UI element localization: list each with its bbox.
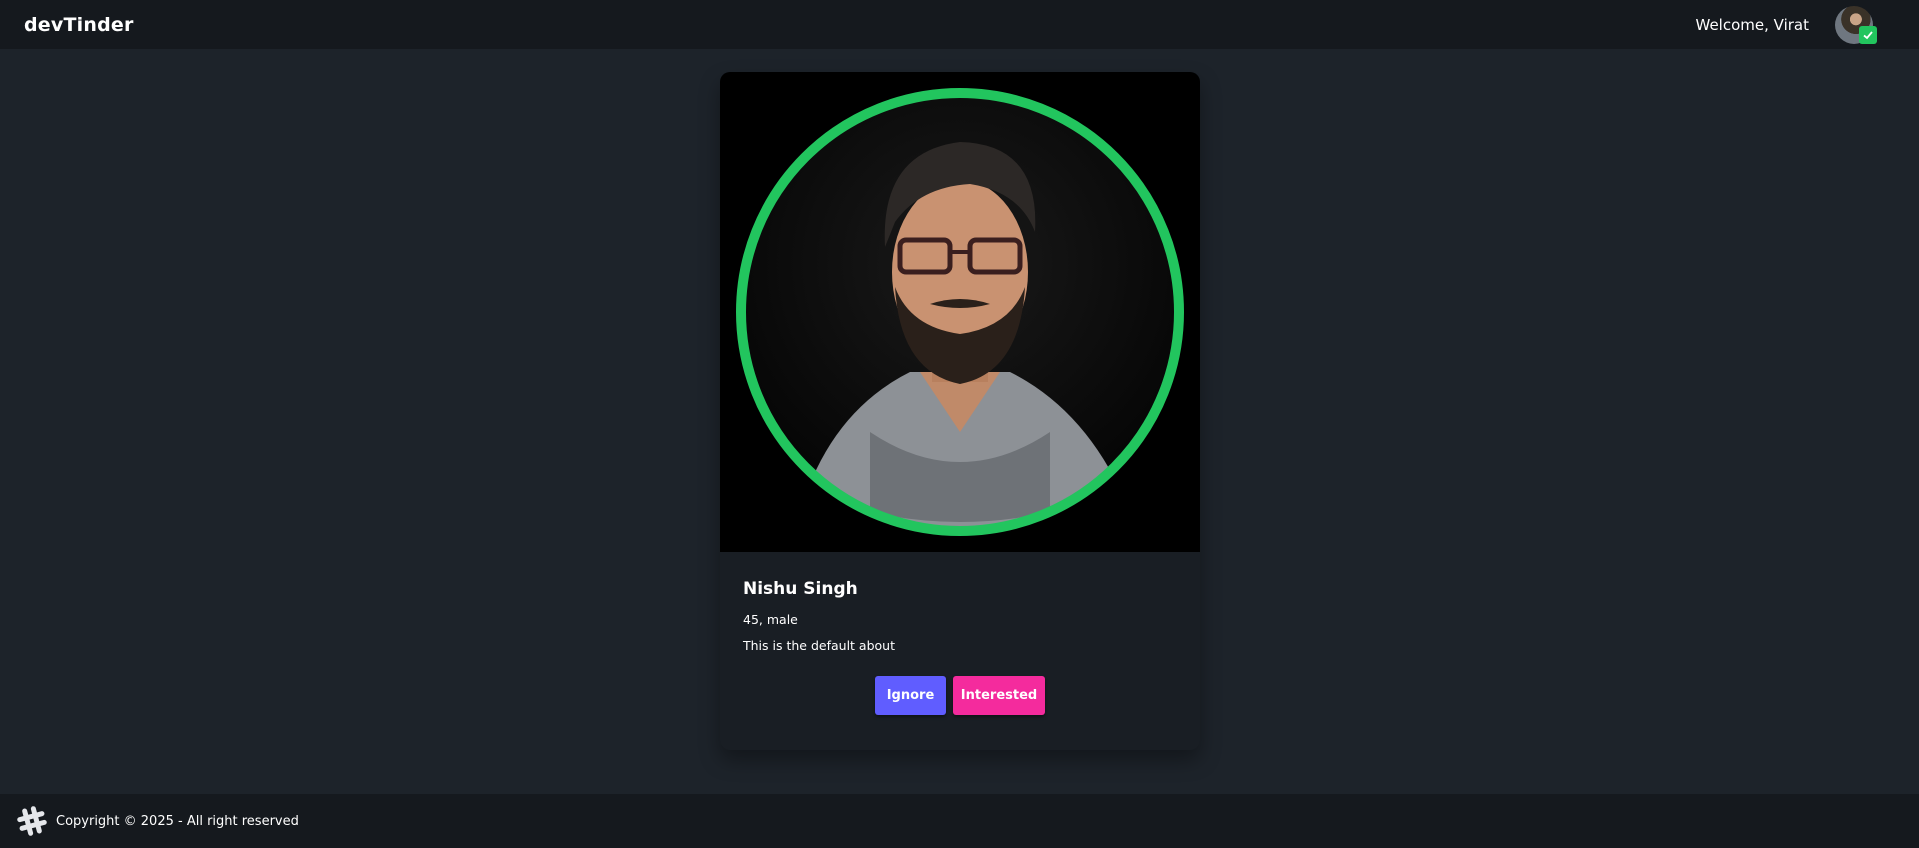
copyright-text: Copyright © 2025 - All right reserved (56, 813, 299, 829)
user-avatar-button[interactable] (1835, 5, 1877, 44)
card-actions: Ignore Interested (743, 676, 1177, 715)
user-name: Nishu Singh (743, 579, 858, 599)
user-card: Nishu Singh 45, male This is the default… (720, 72, 1200, 750)
footer: Copyright © 2025 - All right reserved (0, 794, 1919, 848)
card-body: Nishu Singh 45, male This is the default… (720, 552, 1200, 715)
nav-right: Welcome, Virat (1696, 0, 1896, 49)
check-icon (1859, 25, 1877, 44)
ignore-button[interactable]: Ignore (875, 676, 946, 715)
main-content: Nishu Singh 45, male This is the default… (0, 49, 1919, 794)
profile-photo-icon (736, 88, 1184, 536)
hashtag-icon (17, 806, 47, 836)
profile-photo (720, 72, 1200, 552)
user-about: This is the default about (743, 638, 895, 653)
brand-logo-link[interactable]: devTinder (24, 14, 134, 36)
interested-button[interactable]: Interested (953, 676, 1045, 715)
user-age-gender: 45, male (743, 612, 798, 627)
navbar: devTinder Welcome, Virat (0, 0, 1919, 49)
welcome-text: Welcome, Virat (1695, 15, 1810, 34)
